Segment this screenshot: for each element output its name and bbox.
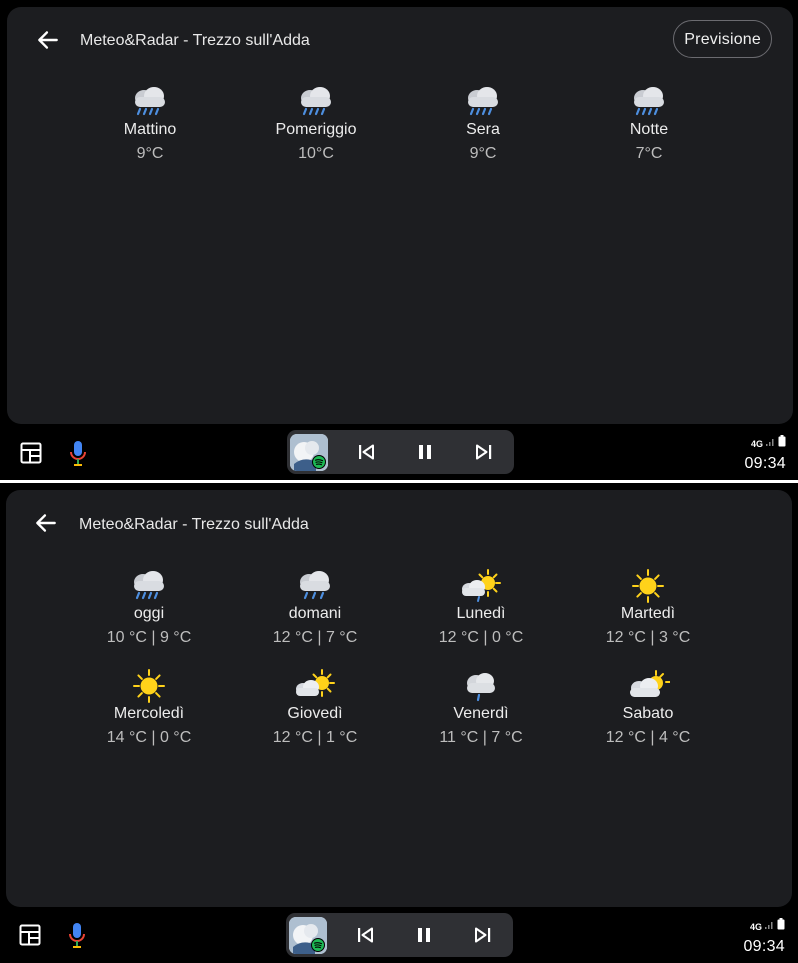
day-temp: 12 °C | 3 °C — [605, 629, 691, 646]
day-name: domani — [288, 605, 342, 622]
top-screen: Meteo&Radar - Trezzo sull'Adda Prevision… — [0, 0, 798, 480]
day-name: Venerdì — [453, 705, 509, 722]
rain-cloud-icon — [634, 87, 664, 116]
period-temp: 9°C — [136, 145, 164, 162]
previous-track-icon[interactable] — [354, 924, 376, 946]
cloud-sun-icon — [630, 670, 670, 697]
day-temp: 11 °C | 7 °C — [439, 729, 523, 746]
day-temp: 14 °C | 0 °C — [106, 729, 192, 746]
battery-icon — [778, 435, 786, 447]
day-name: Lunedì — [456, 605, 506, 622]
day-wednesday: Mercoledì 14 °C | 0 °C — [79, 669, 219, 747]
rain-cloud-icon — [134, 571, 164, 600]
dashboard-icon[interactable] — [20, 442, 42, 464]
next-track-icon[interactable] — [473, 441, 495, 463]
period-temp: 10°C — [298, 145, 334, 162]
app-title: Meteo&Radar - Trezzo sull'Adda — [79, 516, 309, 533]
rain-cloud-icon — [468, 87, 498, 116]
signal-icon — [766, 439, 774, 446]
status-icons: 4G — [751, 435, 786, 449]
day-thursday: Giovedì 12 °C | 1 °C — [245, 669, 385, 747]
taskbar: 4G 09:34 — [0, 424, 798, 480]
period-morning: Mattino 9°C — [80, 85, 220, 163]
clock: 09:34 — [744, 455, 786, 472]
dashboard-icon[interactable] — [19, 924, 41, 946]
day-temp: 12 °C | 4 °C — [605, 729, 691, 746]
day-monday: Lunedì 12 °C | 0 °C — [411, 569, 551, 647]
period-name: Sera — [466, 121, 500, 138]
period-name: Pomeriggio — [275, 121, 357, 138]
weekly-forecast-card: Meteo&Radar - Trezzo sull'Adda oggi 10 °… — [6, 490, 792, 907]
album-art[interactable] — [290, 434, 328, 471]
spotify-icon — [311, 938, 325, 952]
microphone-icon[interactable] — [68, 439, 88, 467]
album-art[interactable] — [289, 917, 327, 954]
sun-cloud-rain-icon — [462, 569, 501, 602]
day-temp: 12 °C | 7 °C — [272, 629, 358, 646]
day-friday: Venerdì 11 °C | 7 °C — [411, 669, 551, 747]
next-track-icon[interactable] — [472, 924, 494, 946]
bottom-screen: Meteo&Radar - Trezzo sull'Adda oggi 10 °… — [0, 483, 798, 962]
period-night: Notte 7°C — [579, 85, 719, 163]
period-name: Mattino — [123, 121, 177, 138]
pause-icon[interactable] — [414, 441, 436, 463]
signal-icon — [765, 922, 773, 929]
day-today: oggi 10 °C | 9 °C — [79, 569, 219, 647]
previous-track-icon[interactable] — [355, 441, 377, 463]
clock: 09:34 — [743, 938, 785, 955]
period-evening: Sera 9°C — [413, 85, 553, 163]
day-temp: 12 °C | 0 °C — [438, 629, 524, 646]
status-icons: 4G — [750, 918, 785, 932]
day-tuesday: Martedì 12 °C | 3 °C — [578, 569, 718, 647]
sun-cloud-icon — [296, 669, 335, 697]
period-temp: 9°C — [469, 145, 497, 162]
rain-cloud-icon — [301, 87, 331, 116]
spotify-icon — [312, 455, 326, 469]
rain-cloud-icon — [135, 87, 165, 116]
light-rain-cloud-icon — [467, 673, 495, 702]
day-name: oggi — [133, 605, 165, 622]
period-name: Notte — [629, 121, 669, 138]
today-forecast-card: Meteo&Radar - Trezzo sull'Adda Prevision… — [7, 7, 793, 424]
network-label: 4G — [750, 439, 763, 449]
day-name: Giovedì — [287, 705, 343, 722]
battery-icon — [777, 918, 785, 930]
pause-icon[interactable] — [413, 924, 435, 946]
sun-icon — [133, 669, 165, 703]
day-name: Martedì — [620, 605, 676, 622]
period-temp: 7°C — [635, 145, 663, 162]
day-name: Sabato — [622, 705, 674, 722]
media-player — [286, 913, 513, 957]
back-arrow-icon[interactable] — [33, 510, 59, 536]
day-name: Mercoledì — [113, 705, 185, 722]
sun-icon — [632, 569, 664, 603]
day-saturday: Sabato 12 °C | 4 °C — [578, 669, 718, 747]
media-player — [287, 430, 514, 474]
taskbar: 4G 09:34 — [0, 907, 798, 963]
rain-cloud-icon — [300, 571, 330, 600]
app-title: Meteo&Radar - Trezzo sull'Adda — [80, 32, 310, 49]
day-tomorrow: domani 12 °C | 7 °C — [245, 569, 385, 647]
forecast-button[interactable]: Previsione — [673, 20, 772, 58]
network-label: 4G — [749, 922, 762, 932]
period-afternoon: Pomeriggio 10°C — [246, 85, 386, 163]
back-arrow-icon[interactable] — [35, 27, 61, 53]
day-temp: 10 °C | 9 °C — [106, 629, 192, 646]
microphone-icon[interactable] — [67, 921, 87, 949]
day-temp: 12 °C | 1 °C — [272, 729, 358, 746]
